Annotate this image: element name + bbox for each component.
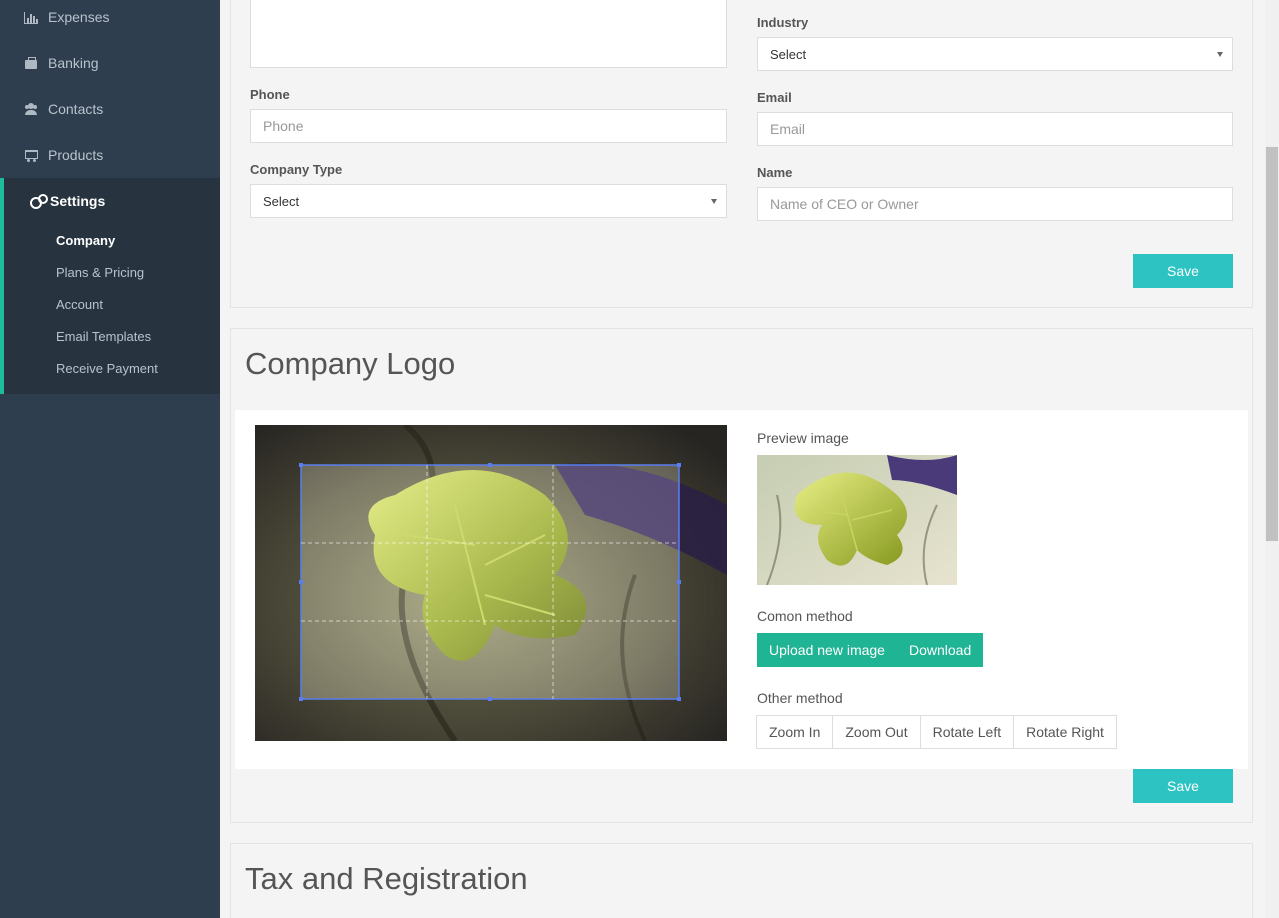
bar-chart-icon <box>24 10 40 24</box>
sidebar-item-label: Banking <box>48 55 99 71</box>
preview-image <box>757 455 957 585</box>
preview-image-label: Preview image <box>757 430 849 446</box>
sidebar-subitem-plans-pricing[interactable]: Plans & Pricing <box>56 265 144 280</box>
other-method-label: Other method <box>757 690 843 706</box>
common-method-label: Comon method <box>757 608 853 624</box>
sidebar-item-label: Products <box>48 147 104 163</box>
email-label: Email <box>757 90 792 105</box>
sidebar-item-expenses[interactable]: Expenses <box>0 0 220 40</box>
industry-select-value: Select <box>770 46 807 62</box>
upload-new-image-button[interactable]: Upload new image <box>757 633 897 667</box>
rotate-right-button[interactable]: Rotate Right <box>1013 715 1117 749</box>
email-field[interactable]: Email <box>757 112 1233 146</box>
users-icon <box>24 102 40 116</box>
sidebar-item-products[interactable]: Products <box>0 132 220 178</box>
sidebar-subitem-email-templates[interactable]: Email Templates <box>56 329 151 344</box>
sidebar-item-banking[interactable]: Banking <box>0 40 220 86</box>
sidebar-subitem-account[interactable]: Account <box>56 297 103 312</box>
sidebar-item-contacts[interactable]: Contacts <box>0 86 220 132</box>
chevron-down-icon <box>1217 52 1223 57</box>
zoom-in-button[interactable]: Zoom In <box>756 715 834 749</box>
sidebar-item-settings[interactable]: Settings <box>0 178 220 224</box>
name-label: Name <box>757 165 793 180</box>
cart-icon <box>24 148 40 162</box>
download-button[interactable]: Download <box>896 633 984 667</box>
leaf-image <box>255 425 727 741</box>
sidebar-item-label: Contacts <box>48 101 104 117</box>
leaf-preview-image <box>757 455 957 585</box>
sidebar: Expenses Banking Contacts Products Setti… <box>0 0 220 918</box>
other-method-button-group: Zoom In Zoom Out Rotate Left Rotate Righ… <box>756 715 1117 749</box>
section-title-company-logo: Company Logo <box>245 346 456 381</box>
phone-label: Phone <box>250 87 290 102</box>
phone-field[interactable]: Phone <box>250 109 727 143</box>
crop-canvas[interactable] <box>255 425 727 741</box>
sidebar-item-label: Expenses <box>48 9 110 25</box>
industry-select[interactable]: Select <box>757 37 1233 71</box>
industry-label: Industry <box>757 15 809 30</box>
common-method-button-group: Upload new image Download <box>757 633 984 667</box>
name-field[interactable]: Name of CEO or Owner <box>757 187 1233 221</box>
section-title-tax-registration: Tax and Registration <box>245 861 528 896</box>
logo-save-button[interactable]: Save <box>1133 769 1233 803</box>
save-button[interactable]: Save <box>1133 254 1233 288</box>
company-type-select[interactable]: Select <box>250 184 727 218</box>
address-textarea[interactable] <box>250 0 727 68</box>
email-placeholder: Email <box>770 121 806 137</box>
sidebar-subitem-receive-payment[interactable]: Receive Payment <box>56 361 158 376</box>
scrollbar-thumb[interactable] <box>1266 147 1278 541</box>
company-type-select-value: Select <box>263 193 300 209</box>
sidebar-subitem-company[interactable]: Company <box>56 233 115 248</box>
zoom-out-button[interactable]: Zoom Out <box>832 715 921 749</box>
company-type-label: Company Type <box>250 162 343 177</box>
settings-submenu: Settings Company Plans & Pricing Account… <box>0 178 220 394</box>
chevron-down-icon <box>711 199 717 204</box>
cogs-icon <box>30 194 48 209</box>
rotate-left-button[interactable]: Rotate Left <box>919 715 1015 749</box>
briefcase-icon <box>24 56 40 70</box>
name-placeholder: Name of CEO or Owner <box>770 196 919 212</box>
phone-placeholder: Phone <box>263 118 304 134</box>
sidebar-item-label: Settings <box>50 193 106 209</box>
